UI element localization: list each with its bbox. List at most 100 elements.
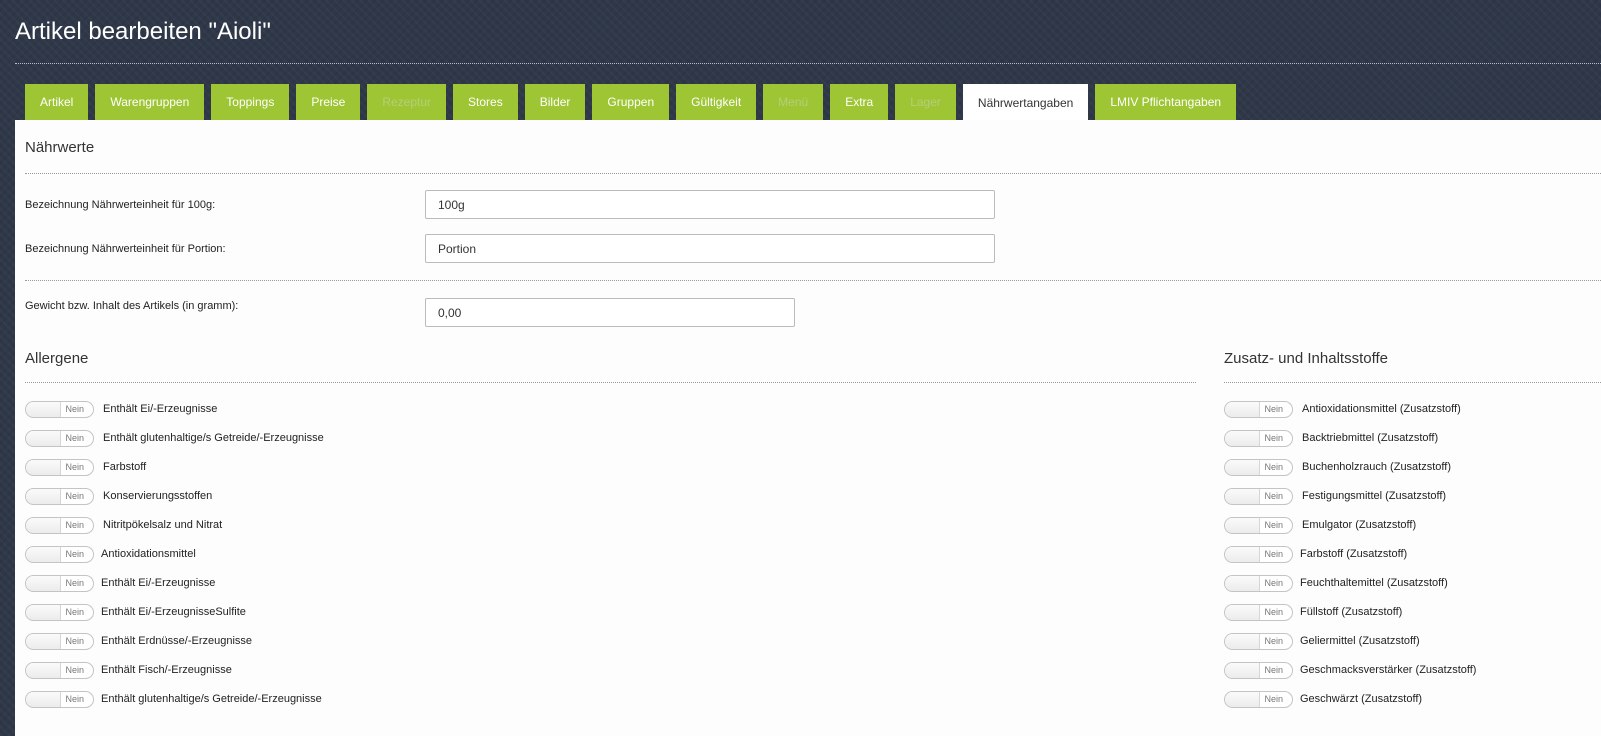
toggle-state-label: Nein: [65, 403, 84, 414]
allergen-toggle[interactable]: Nein: [25, 690, 94, 708]
toggle-state-label: Nein: [1264, 548, 1283, 559]
tab-toppings[interactable]: Toppings: [211, 84, 290, 120]
toggle-state-label: Nein: [65, 461, 84, 472]
allergen-label: Konservierungsstoffen: [103, 490, 213, 502]
allergen-row: Nein Enthält glutenhaltige/s Getreide/-Er…: [25, 690, 322, 708]
unit-portion-label: Bezeichnung Nährwerteinheit für Portion:: [25, 243, 226, 255]
toggle-state-label: Nein: [65, 664, 84, 675]
weight-input[interactable]: [425, 298, 795, 327]
toggle-state-label: Nein: [1264, 519, 1283, 530]
zusatzstoff-toggle[interactable]: Nein: [1224, 516, 1293, 534]
toggle-knob: [26, 691, 61, 707]
allergen-row: Nein Enthält Erdnüsse/-Erzeugnisse: [25, 632, 252, 650]
toggle-state-label: Nein: [65, 606, 84, 617]
unit-100g-label: Bezeichnung Nährwerteinheit für 100g:: [25, 199, 216, 211]
tab-extra[interactable]: Extra: [830, 84, 889, 120]
zusatzstoff-row: Nein Farbstoff (Zusatzstoff): [1224, 545, 1407, 563]
toggle-state-label: Nein: [1264, 606, 1283, 617]
allergen-row: Nein Enthält Ei/-ErzeugnisseSulfite: [25, 603, 246, 621]
zusatzstoff-row: Nein Feuchthaltemittel (Zusatzstoff): [1224, 574, 1448, 592]
toggle-state-label: Nein: [65, 548, 84, 559]
toggle-state-label: Nein: [65, 519, 84, 530]
allergen-row: Nein Antioxidationsmittel: [25, 545, 196, 563]
allergen-toggle[interactable]: Nein: [25, 661, 94, 679]
allergen-toggle[interactable]: Nein: [25, 487, 94, 505]
zusatzstoff-toggle[interactable]: Nein: [1224, 661, 1293, 679]
zusatzstoff-row: Nein Geschmacksverstärker (Zusatzstoff): [1224, 661, 1476, 679]
toggle-knob: [26, 430, 61, 446]
allergen-toggle[interactable]: Nein: [25, 632, 94, 650]
allergen-toggle[interactable]: Nein: [25, 545, 94, 563]
zusatzstoff-label: Festigungsmittel (Zusatzstoff): [1302, 490, 1447, 502]
toggle-knob: [1225, 546, 1260, 562]
section-title-allergene: Allergene: [25, 350, 89, 367]
toggle-knob: [26, 546, 61, 562]
tab-preise[interactable]: Preise: [296, 84, 361, 120]
allergen-toggle[interactable]: Nein: [25, 400, 94, 418]
zusatzstoff-row: Nein Festigungsmittel (Zusatzstoff): [1224, 487, 1446, 505]
allergen-label: Antioxidationsmittel: [101, 548, 196, 560]
zusatzstoff-toggle[interactable]: Nein: [1224, 690, 1293, 708]
tab-warengruppen[interactable]: Warengruppen: [95, 84, 205, 120]
toggle-state-label: Nein: [65, 635, 84, 646]
toggle-knob: [1225, 575, 1260, 591]
allergen-label: Enthält Ei/-Erzeugnisse: [101, 577, 216, 589]
allergen-row: Nein Enthält Ei/-Erzeugnisse: [25, 574, 215, 592]
allergen-label: Enthält glutenhaltige/s Getreide/-Erzeug…: [103, 432, 324, 444]
toggle-knob: [1225, 691, 1260, 707]
tab-gueltigkeit[interactable]: Gültigkeit: [676, 84, 757, 120]
toggle-knob: [26, 604, 61, 620]
allergen-row: Nein Konservierungsstoffen: [25, 487, 212, 505]
unit-portion-input[interactable]: [425, 234, 995, 263]
zusatzstoff-toggle[interactable]: Nein: [1224, 400, 1293, 418]
allergen-toggle[interactable]: Nein: [25, 574, 94, 592]
allergen-label: Nitritpökelsalz und Nitrat: [103, 519, 223, 531]
tab-lmiv-pflichtangaben[interactable]: LMIV Pflichtangaben: [1095, 84, 1237, 120]
section-divider: [25, 280, 1601, 281]
zusatzstoff-label: Füllstoff (Zusatzstoff): [1300, 606, 1403, 618]
tab-menue: Menü: [763, 84, 824, 120]
allergen-label: Enthält Fisch/-Erzeugnisse: [101, 664, 232, 676]
zusatzstoff-label: Geschmacksverstärker (Zusatzstoff): [1300, 664, 1477, 676]
tab-stores[interactable]: Stores: [453, 84, 518, 120]
zusatzstoff-label: Buchenholzrauch (Zusatzstoff): [1302, 461, 1451, 473]
toggle-knob: [1225, 604, 1260, 620]
tab-gruppen[interactable]: Gruppen: [592, 84, 670, 120]
allergen-toggle[interactable]: Nein: [25, 458, 94, 476]
toggle-state-label: Nein: [1264, 664, 1283, 675]
toggle-knob: [26, 517, 61, 533]
tab-artikel[interactable]: Artikel: [25, 84, 89, 120]
tab-panel: Nährwerte Bezeichnung Nährwerteinheit fü…: [15, 120, 1601, 736]
zusatzstoff-toggle[interactable]: Nein: [1224, 487, 1293, 505]
zusatzstoff-label: Backtriebmittel (Zusatzstoff): [1302, 432, 1439, 444]
title-divider: [15, 63, 1601, 64]
allergen-label: Farbstoff: [103, 461, 147, 473]
zusatzstoff-toggle[interactable]: Nein: [1224, 429, 1293, 447]
allergen-toggle[interactable]: Nein: [25, 429, 94, 447]
allergen-row: Nein Enthält glutenhaltige/s Getreide/-Er…: [25, 429, 324, 447]
zusatzstoff-toggle[interactable]: Nein: [1224, 458, 1293, 476]
zusatzstoff-toggle[interactable]: Nein: [1224, 603, 1293, 621]
toggle-knob: [1225, 459, 1260, 475]
allergen-toggle[interactable]: Nein: [25, 603, 94, 621]
toggle-knob: [26, 401, 61, 417]
allergen-toggle[interactable]: Nein: [25, 516, 94, 534]
zusatzstoff-row: Nein Füllstoff (Zusatzstoff): [1224, 603, 1402, 621]
tab-bar: Artikel Warengruppen Toppings Preise Rez…: [25, 84, 1243, 121]
zusatzstoff-toggle[interactable]: Nein: [1224, 545, 1293, 563]
toggle-state-label: Nein: [1264, 461, 1283, 472]
zusatzstoff-toggle[interactable]: Nein: [1224, 574, 1293, 592]
zusatzstoff-row: Nein Emulgator (Zusatzstoff): [1224, 516, 1416, 534]
tab-naehrwertangaben[interactable]: Nährwertangaben: [962, 84, 1089, 121]
section-title-zusatzstoffe: Zusatz- und Inhaltsstoffe: [1224, 350, 1388, 367]
section-title-naehrwerte: Nährwerte: [25, 139, 95, 156]
unit-100g-input[interactable]: [425, 190, 995, 219]
tab-bilder[interactable]: Bilder: [524, 84, 586, 120]
allergen-label: Enthält Ei/-Erzeugnisse: [103, 403, 218, 415]
toggle-knob: [26, 459, 61, 475]
toggle-state-label: Nein: [65, 577, 84, 588]
toggle-knob: [1225, 517, 1260, 533]
toggle-knob: [1225, 662, 1260, 678]
page-title: Artikel bearbeiten "Aioli": [15, 18, 271, 45]
zusatzstoff-toggle[interactable]: Nein: [1224, 632, 1293, 650]
